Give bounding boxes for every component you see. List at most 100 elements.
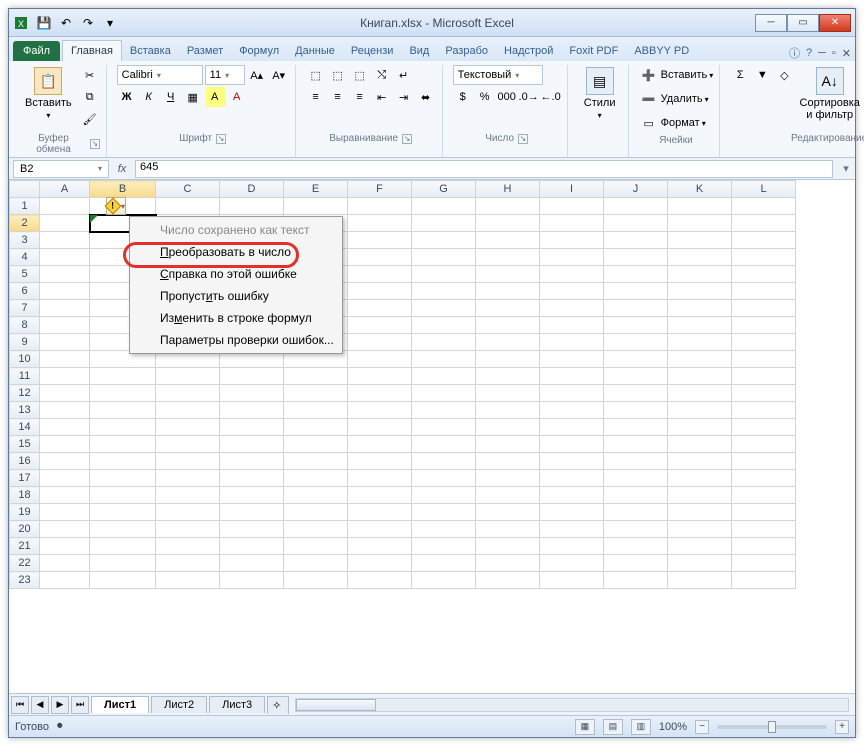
cell-H7[interactable] [476,300,540,317]
accounting-format-icon[interactable]: $ [453,87,473,107]
worksheet-grid[interactable]: ABCDEFGHIJKL1264534567891011121314151617… [9,180,855,693]
row-header-4[interactable]: 4 [10,249,40,266]
cell-G3[interactable] [412,232,476,249]
cell-J16[interactable] [604,453,668,470]
col-header-K[interactable]: K [668,181,732,198]
row-header-18[interactable]: 18 [10,487,40,504]
cell-H20[interactable] [476,521,540,538]
cell-C23[interactable] [156,572,220,589]
cell-L12[interactable] [732,385,796,402]
row-header-17[interactable]: 17 [10,470,40,487]
cell-H10[interactable] [476,351,540,368]
cell-L11[interactable] [732,368,796,385]
insert-cells-label[interactable]: Вставить [661,69,708,81]
file-tab[interactable]: Файл [13,41,60,61]
cell-J21[interactable] [604,538,668,555]
cell-G2[interactable] [412,215,476,232]
cell-H17[interactable] [476,470,540,487]
col-header-B[interactable]: B [90,181,156,198]
cell-B23[interactable] [90,572,156,589]
cell-A15[interactable] [40,436,90,453]
cell-F2[interactable] [348,215,412,232]
autosum-icon[interactable]: Σ [730,65,750,85]
cell-D21[interactable] [220,538,284,555]
cell-G21[interactable] [412,538,476,555]
tab-data[interactable]: Данные [287,41,343,61]
cell-L7[interactable] [732,300,796,317]
cell-L20[interactable] [732,521,796,538]
align-bottom-icon[interactable]: ⬚ [350,65,370,85]
cell-G16[interactable] [412,453,476,470]
cell-A14[interactable] [40,419,90,436]
cell-A9[interactable] [40,334,90,351]
cell-E1[interactable] [284,198,348,215]
cell-C22[interactable] [156,555,220,572]
cell-E12[interactable] [284,385,348,402]
cell-A2[interactable] [40,215,90,232]
cell-F13[interactable] [348,402,412,419]
sheet-nav-prev-icon[interactable]: ◀ [31,696,49,714]
view-page-break-icon[interactable]: ▥ [631,719,651,735]
number-launcher[interactable]: ↘ [518,134,528,144]
cell-H16[interactable] [476,453,540,470]
cell-G15[interactable] [412,436,476,453]
redo-icon[interactable]: ↷ [79,15,97,31]
cell-L22[interactable] [732,555,796,572]
cell-C17[interactable] [156,470,220,487]
col-header-E[interactable]: E [284,181,348,198]
row-header-14[interactable]: 14 [10,419,40,436]
format-cells-icon[interactable]: ▭ [639,113,659,133]
cell-K7[interactable] [668,300,732,317]
cell-K1[interactable] [668,198,732,215]
cell-B12[interactable] [90,385,156,402]
cell-F16[interactable] [348,453,412,470]
sheet-nav-last-icon[interactable]: ⏭ [71,696,89,714]
cut-icon[interactable]: ✂ [80,65,100,85]
fill-icon[interactable]: ▼ [752,65,772,85]
cell-A19[interactable] [40,504,90,521]
cell-A1[interactable] [40,198,90,215]
align-center-icon[interactable]: ≡ [328,87,348,107]
cell-F1[interactable] [348,198,412,215]
cell-K3[interactable] [668,232,732,249]
cell-G20[interactable] [412,521,476,538]
increase-decimal-icon[interactable]: .0→ [519,87,539,107]
cell-F7[interactable] [348,300,412,317]
cell-G9[interactable] [412,334,476,351]
cell-E21[interactable] [284,538,348,555]
cell-H13[interactable] [476,402,540,419]
cell-B22[interactable] [90,555,156,572]
cell-K17[interactable] [668,470,732,487]
tab-home[interactable]: Главная [62,40,122,61]
cell-E17[interactable] [284,470,348,487]
cell-J23[interactable] [604,572,668,589]
cell-B11[interactable] [90,368,156,385]
cell-G5[interactable] [412,266,476,283]
cell-E16[interactable] [284,453,348,470]
cell-K10[interactable] [668,351,732,368]
increase-indent-icon[interactable]: ⇥ [394,87,414,107]
col-header-I[interactable]: I [540,181,604,198]
save-icon[interactable]: 💾 [35,15,53,31]
ctx-edit-in-formula-bar[interactable]: Изменить в строке формул [130,307,342,329]
cell-K22[interactable] [668,555,732,572]
cell-L4[interactable] [732,249,796,266]
cell-I5[interactable] [540,266,604,283]
cell-D20[interactable] [220,521,284,538]
close-button[interactable]: ✕ [819,14,851,32]
cell-G18[interactable] [412,487,476,504]
row-header-12[interactable]: 12 [10,385,40,402]
workbook-minimize-icon[interactable]: ─ [818,47,826,59]
cell-H18[interactable] [476,487,540,504]
cell-L19[interactable] [732,504,796,521]
cell-D14[interactable] [220,419,284,436]
cell-C18[interactable] [156,487,220,504]
cell-L16[interactable] [732,453,796,470]
cell-I20[interactable] [540,521,604,538]
align-middle-icon[interactable]: ⬚ [328,65,348,85]
cell-I17[interactable] [540,470,604,487]
row-header-1[interactable]: 1 [10,198,40,215]
macro-record-icon[interactable]: ⏺ [57,720,63,733]
cell-K19[interactable] [668,504,732,521]
cell-G10[interactable] [412,351,476,368]
